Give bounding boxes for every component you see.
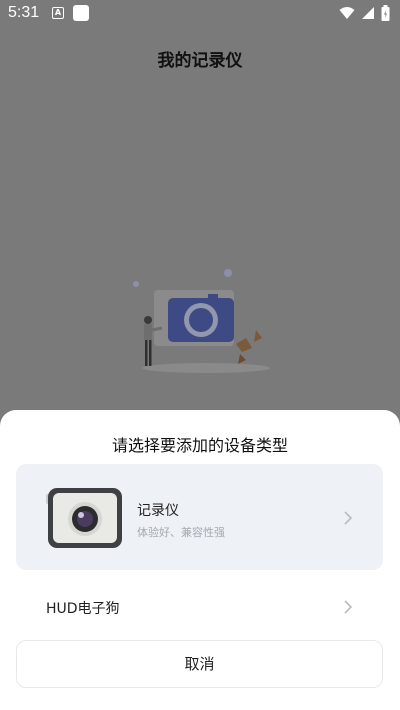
- empty-state-illustration: [133, 269, 270, 373]
- cancel-button[interactable]: 取消: [16, 640, 383, 688]
- chevron-right-icon: [344, 511, 353, 525]
- battery-icon: [381, 5, 390, 21]
- wifi-icon: [339, 7, 355, 19]
- status-time: 5:31: [8, 4, 40, 21]
- sheet-title: 请选择要添加的设备类型: [111, 436, 288, 455]
- status-icons: [339, 5, 390, 21]
- page-title: 我的记录仪: [157, 51, 243, 71]
- signal-icon: [362, 7, 374, 19]
- option-hud-label: HUD电子狗: [46, 601, 120, 617]
- option-hud[interactable]: HUD电子狗: [16, 586, 383, 628]
- dashcam-icon: [46, 488, 122, 548]
- option-dashcam[interactable]: 记录仪 体验好、兼容性强: [16, 464, 383, 570]
- chevron-right-icon: [344, 600, 353, 614]
- notification-a-icon: A: [52, 7, 64, 19]
- option-dashcam-subtitle: 体验好、兼容性强: [137, 526, 225, 539]
- option-dashcam-label: 记录仪: [137, 503, 179, 519]
- status-bar: 5:31 A: [0, 0, 400, 28]
- device-type-sheet: 请选择要添加的设备类型 记录仪 体验好、兼容性强 HUD电子狗 取消: [0, 410, 400, 710]
- notification-square-icon: [73, 5, 89, 21]
